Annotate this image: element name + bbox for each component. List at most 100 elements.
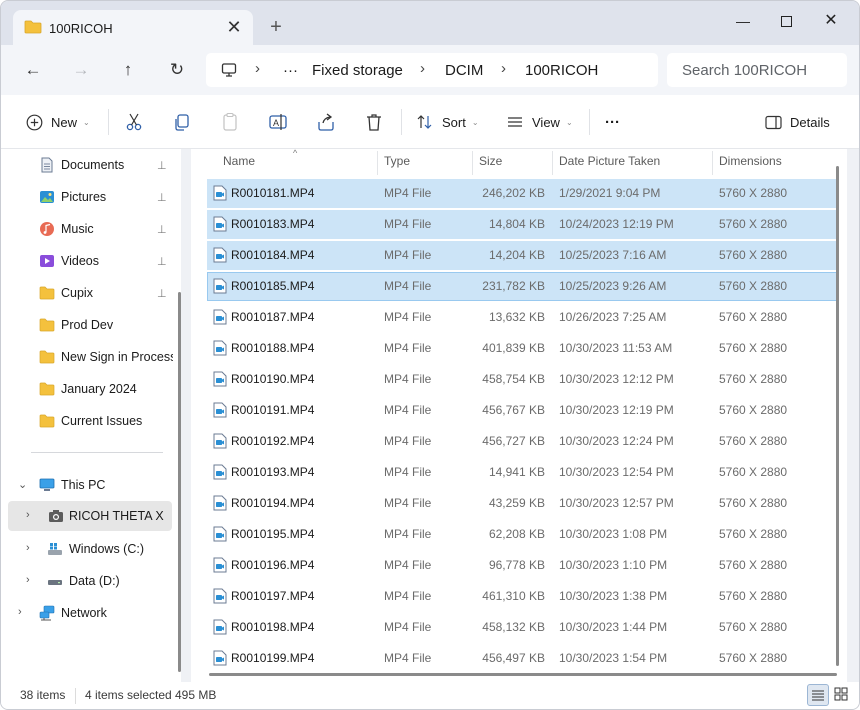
maximize-button[interactable] xyxy=(771,9,801,33)
chevron-down-icon[interactable]: ⌄ xyxy=(18,478,27,491)
sort-label: Sort xyxy=(442,114,466,130)
share-icon[interactable] xyxy=(315,111,337,133)
column-header-name[interactable]: Name xyxy=(223,154,255,168)
address-bar[interactable]: › ··· Fixed storage › DCIM › 100RICOH xyxy=(206,53,658,87)
item-count: 38 items xyxy=(20,688,66,702)
file-date-taken: 10/30/2023 12:57 PM xyxy=(559,496,674,510)
close-window-button[interactable]: ✕ xyxy=(816,9,846,33)
refresh-button[interactable]: ↻ xyxy=(164,58,190,82)
sidebar-item-this-pc[interactable]: ⌄ This PC xyxy=(1,470,173,500)
table-row[interactable]: R0010197.MP4 MP4 File 461,310 KB 10/30/2023… xyxy=(207,582,837,611)
file-name: R0010195.MP4 xyxy=(231,527,315,541)
copy-icon[interactable] xyxy=(171,111,193,133)
file-dimensions: 5760 X 2880 xyxy=(719,341,788,355)
column-divider[interactable] xyxy=(472,151,473,175)
file-date-taken: 10/26/2023 7:25 AM xyxy=(559,310,667,324)
sidebar-item-windows-c[interactable]: › Windows (C:) xyxy=(1,534,173,564)
chevron-down-icon: ⌄ xyxy=(471,117,479,127)
sidebar-item-videos[interactable]: Videos ⊥ xyxy=(1,246,173,276)
sidebar-item-documents[interactable]: Documents ⊥ xyxy=(1,150,173,180)
breadcrumb-overflow[interactable]: ··· xyxy=(283,62,298,79)
breadcrumb-100ricoh[interactable]: 100RICOH xyxy=(525,62,598,79)
table-row[interactable]: R0010198.MP4 MP4 File 458,132 KB 10/30/2023… xyxy=(207,613,837,642)
table-row[interactable]: R0010188.MP4 MP4 File 401,839 KB 10/30/2023… xyxy=(207,334,837,363)
sidebar-scrollbar[interactable] xyxy=(178,292,181,672)
tiles-view-button[interactable] xyxy=(831,684,853,706)
view-button[interactable]: View ⌄ xyxy=(506,110,573,134)
drive-d-icon xyxy=(48,580,62,585)
breadcrumb-dcim[interactable]: DCIM xyxy=(445,62,483,79)
tab-100ricoh[interactable]: 100RICOH ✕ xyxy=(13,10,253,45)
close-tab-icon[interactable]: ✕ xyxy=(223,16,245,38)
breadcrumb-fixed-storage[interactable]: Fixed storage xyxy=(312,62,403,79)
rename-icon[interactable]: A xyxy=(267,111,289,133)
sidebar-item-january-2024[interactable]: January 2024 xyxy=(1,374,173,404)
sidebar-item-music[interactable]: Music ⊥ xyxy=(1,214,173,244)
cut-icon[interactable] xyxy=(123,111,145,133)
file-type: MP4 File xyxy=(384,651,432,665)
sidebar-item-cupix[interactable]: Cupix ⊥ xyxy=(1,278,173,308)
mp4-file-icon xyxy=(213,557,227,573)
file-name: R0010184.MP4 xyxy=(231,248,315,262)
table-row[interactable]: R0010185.MP4 MP4 File 231,782 KB 10/25/2023… xyxy=(207,272,837,301)
sidebar-item-ricoh-theta-x[interactable]: › RICOH THETA X xyxy=(8,501,172,531)
column-divider[interactable] xyxy=(552,151,553,175)
sidebar-item-current-issues[interactable]: Current Issues xyxy=(1,406,173,436)
chevron-right-icon[interactable]: › xyxy=(18,606,22,618)
sort-button[interactable]: Sort ⌄ xyxy=(416,110,479,134)
drive-c-icon xyxy=(48,543,62,555)
search-input[interactable]: Search 100RICOH xyxy=(682,62,807,79)
table-row[interactable]: R0010181.MP4 MP4 File 246,202 KB 1/29/2021 … xyxy=(207,179,837,208)
pin-icon: ⊥ xyxy=(157,224,167,236)
sidebar-item-prod-dev[interactable]: Prod Dev xyxy=(1,310,173,340)
table-row[interactable]: R0010194.MP4 MP4 File 43,259 KB 10/30/2023 … xyxy=(207,489,837,518)
chevron-right-icon[interactable]: › xyxy=(26,574,30,586)
file-name: R0010192.MP4 xyxy=(231,434,315,448)
file-date-taken: 10/30/2023 12:24 PM xyxy=(559,434,674,448)
title-bar: 100RICOH ✕ + — ✕ xyxy=(1,1,859,45)
more-options-button[interactable]: ··· xyxy=(605,110,620,134)
column-divider[interactable] xyxy=(712,151,713,175)
file-date-taken: 10/30/2023 1:10 PM xyxy=(559,558,668,572)
table-row[interactable]: R0010192.MP4 MP4 File 456,727 KB 10/30/2023… xyxy=(207,427,837,456)
forward-button[interactable]: → xyxy=(68,58,94,82)
table-row[interactable]: R0010191.MP4 MP4 File 456,767 KB 10/30/2023… xyxy=(207,396,837,425)
table-row[interactable]: R0010183.MP4 MP4 File 14,804 KB 10/24/2023 … xyxy=(207,210,837,239)
back-button[interactable]: ← xyxy=(20,58,46,82)
table-row[interactable]: R0010199.MP4 MP4 File 456,497 KB 10/30/2023… xyxy=(207,644,837,673)
mp4-file-icon xyxy=(213,619,227,635)
delete-icon[interactable] xyxy=(363,111,385,133)
sidebar-item-new-sign-in-process[interactable]: New Sign in Process l xyxy=(1,342,173,372)
new-button[interactable]: New ⌄ xyxy=(26,110,90,134)
sidebar-item-pictures[interactable]: Pictures ⊥ xyxy=(1,182,173,212)
column-divider[interactable] xyxy=(377,151,378,175)
table-row[interactable]: R0010184.MP4 MP4 File 14,204 KB 10/25/2023 … xyxy=(207,241,837,270)
column-header-size[interactable]: Size xyxy=(479,154,502,168)
search-box[interactable]: Search 100RICOH xyxy=(667,53,847,87)
table-row[interactable]: R0010195.MP4 MP4 File 62,208 KB 10/30/2023 … xyxy=(207,520,837,549)
chevron-right-icon[interactable]: › xyxy=(26,542,30,554)
column-header-dimensions[interactable]: Dimensions xyxy=(719,154,782,168)
minimize-button[interactable]: — xyxy=(728,9,758,33)
horizontal-scrollbar[interactable] xyxy=(209,673,837,676)
table-row[interactable]: R0010193.MP4 MP4 File 14,941 KB 10/30/2023 … xyxy=(207,458,837,487)
new-tab-button[interactable]: + xyxy=(265,16,287,38)
table-row[interactable]: R0010196.MP4 MP4 File 96,778 KB 10/30/2023 … xyxy=(207,551,837,580)
sidebar-item-label: RICOH THETA X xyxy=(69,509,164,523)
sidebar-item-network[interactable]: › Network xyxy=(1,598,173,628)
up-button[interactable]: ↑ xyxy=(115,58,141,82)
column-header-date-taken[interactable]: Date Picture Taken xyxy=(559,154,660,168)
details-view-button[interactable] xyxy=(807,684,829,706)
column-header-type[interactable]: Type xyxy=(384,154,410,168)
camera-icon xyxy=(49,510,63,522)
sidebar-item-label: Prod Dev xyxy=(61,318,114,332)
paste-icon[interactable] xyxy=(219,111,241,133)
chevron-right-icon[interactable]: › xyxy=(26,509,30,521)
file-list-scrollbar[interactable] xyxy=(836,166,839,666)
pin-icon: ⊥ xyxy=(157,288,167,300)
table-row[interactable]: R0010190.MP4 MP4 File 458,754 KB 10/30/2023… xyxy=(207,365,837,394)
sidebar-item-data-d[interactable]: › Data (D:) xyxy=(1,566,173,596)
details-pane-button[interactable]: Details xyxy=(765,110,830,134)
file-explorer-window: 100RICOH ✕ + — ✕ ← → ↑ ↻ › ··· Fixed sto… xyxy=(0,0,860,710)
table-row[interactable]: R0010187.MP4 MP4 File 13,632 KB 10/26/2023 … xyxy=(207,303,837,332)
